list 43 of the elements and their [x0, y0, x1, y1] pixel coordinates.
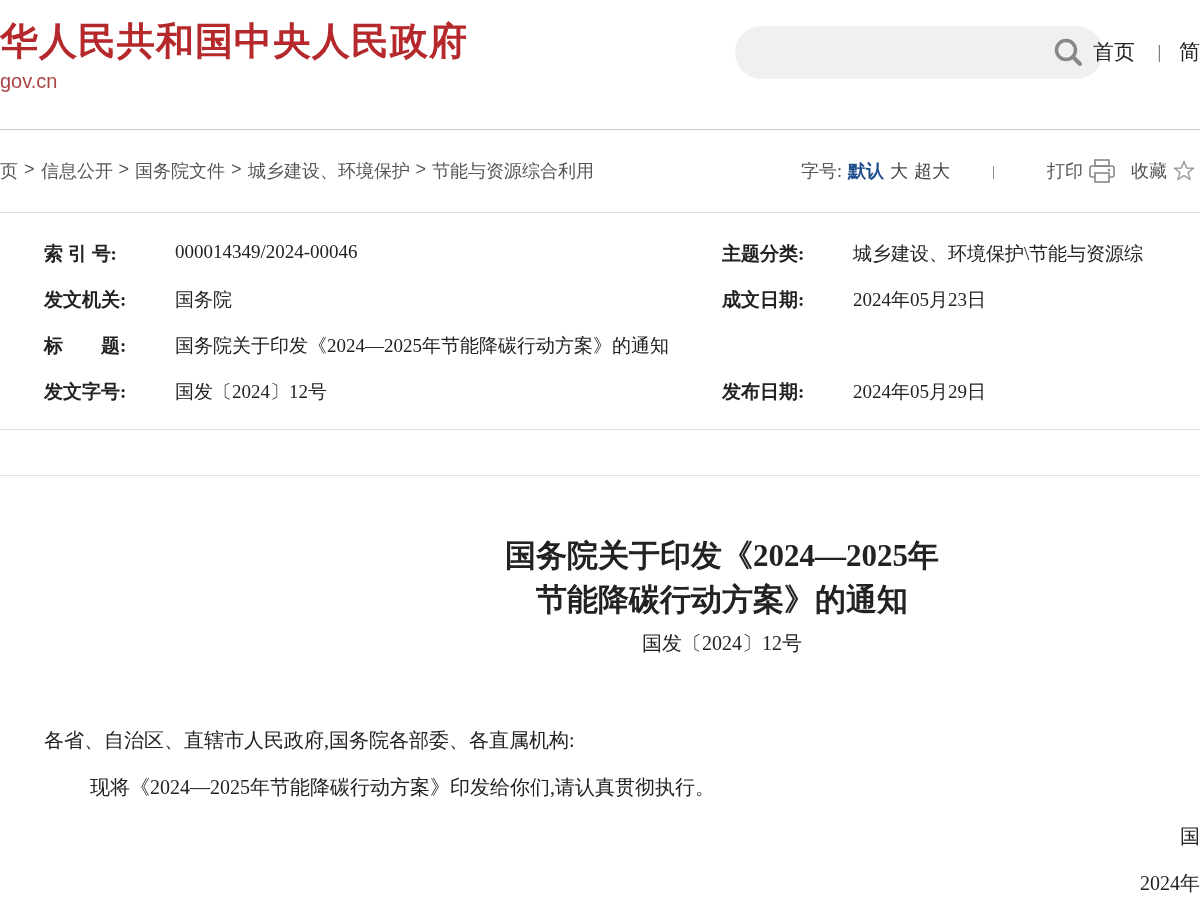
breadcrumb-link[interactable]: 节能与资源综合利用: [432, 159, 595, 183]
font-size-option[interactable]: 默认: [848, 159, 884, 183]
favorite-link[interactable]: 收藏: [1131, 159, 1167, 183]
search-icon[interactable]: [1053, 37, 1084, 67]
meta-label: 发文机关:: [44, 288, 128, 312]
meta-value: 2024年05月29日: [853, 380, 986, 404]
meta-label: 标 题:: [44, 334, 128, 358]
font-size-label: 字号:: [800, 160, 842, 183]
breadcrumb-link[interactable]: 信息公开: [40, 159, 113, 183]
meta-value: 城乡建设、环境保护\节能与资源综: [853, 242, 1144, 266]
document-title: 国务院关于印发《2024—2025年 节能降碳行动方案》的通知: [504, 537, 940, 619]
font-size-option[interactable]: 大: [890, 159, 908, 183]
site-domain: gov.cn: [0, 70, 59, 93]
signature: 国: [1179, 824, 1200, 849]
font-size-option[interactable]: 超大: [914, 159, 950, 183]
nav-link[interactable]: 简: [1179, 38, 1200, 66]
meta-label: 主题分类:: [722, 242, 806, 266]
meta-value: 国务院关于印发《2024—2025年节能降碳行动方案》的通知: [175, 334, 669, 358]
tools-divider: |: [992, 162, 995, 180]
star-icon[interactable]: [1173, 160, 1195, 182]
document-number: 国发〔2024〕12号: [641, 631, 803, 656]
meta-label: 发布日期:: [722, 380, 806, 404]
signature-date: 2024年: [1139, 871, 1200, 896]
breadcrumb-separator: >: [118, 159, 130, 181]
print-link[interactable]: 打印: [1047, 159, 1083, 183]
meta-value: 国发〔2024〕12号: [175, 380, 327, 404]
breadcrumb-separator: >: [231, 159, 242, 181]
nav-link[interactable]: 首页: [1093, 38, 1136, 66]
printer-icon[interactable]: [1089, 159, 1115, 183]
meta-label: 成文日期:: [722, 288, 806, 312]
breadcrumb-separator: >: [24, 159, 35, 181]
breadcrumb-link[interactable]: 页: [0, 159, 18, 183]
breadcrumb-link[interactable]: 国务院文件: [135, 159, 226, 183]
nav-divider: |: [1157, 41, 1161, 63]
meta-label: 索 引 号:: [44, 242, 118, 266]
meta-value: 2024年05月23日: [853, 288, 986, 312]
meta-value: 000014349/2024-00046: [175, 241, 358, 264]
meta-label: 发文字号:: [44, 380, 128, 404]
breadcrumb-separator: >: [415, 159, 427, 181]
salutation: 各省、自治区、直辖市人民政府,国务院各部委、各直属机构:: [44, 728, 576, 753]
breadcrumb-link[interactable]: 城乡建设、环境保护: [247, 159, 410, 183]
body-paragraph: 现将《2024—2025年节能降碳行动方案》印发给你们,请认真贯彻执行。: [89, 775, 716, 800]
meta-value: 国务院: [175, 288, 232, 312]
